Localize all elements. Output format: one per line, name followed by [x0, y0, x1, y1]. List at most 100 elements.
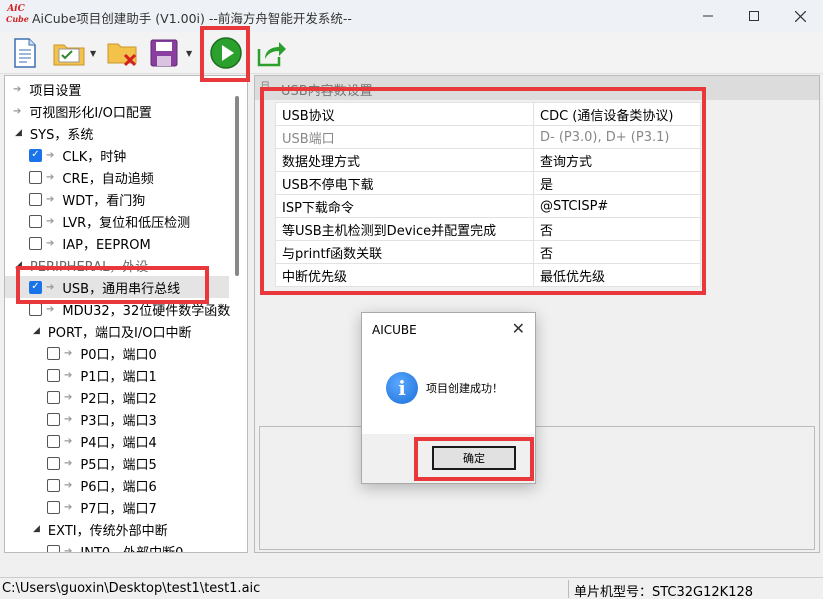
checkbox[interactable] [29, 236, 42, 250]
close-button[interactable] [777, 0, 823, 32]
open-project-button[interactable] [52, 36, 86, 70]
checkbox[interactable] [47, 412, 60, 426]
tree-scrollbar[interactable] [235, 96, 239, 276]
tree-item-p2[interactable]: ➔ P2口，端口2 [47, 386, 157, 408]
tree-item-p6[interactable]: ➔ P6口，端口6 [47, 474, 157, 496]
run-generate-icon [210, 37, 242, 69]
maximize-button[interactable] [731, 0, 777, 32]
property-value[interactable]: CDC (通信设备类协议) [533, 102, 701, 126]
status-bar: C:\Users\guoxin\Desktop\test1\test1.aic … [0, 577, 823, 599]
tree-item-project-settings[interactable]: ➔ 项目设置 [13, 78, 81, 100]
tree-item-label: P0口，端口0 [80, 347, 157, 363]
tree-item-p5[interactable]: ➔ P5口，端口5 [47, 452, 157, 474]
run-generate-button[interactable] [208, 36, 244, 70]
table-row[interactable]: 等USB主机检测到Device并配置完成 否 [275, 217, 701, 241]
checkbox[interactable] [29, 214, 42, 228]
save-icon [150, 39, 178, 67]
save-project-button[interactable] [148, 36, 180, 70]
tree-item-label: IAP，EEPROM [62, 237, 151, 253]
tree-item-label: USB，通用串行总线 [62, 281, 181, 297]
property-value[interactable]: @STCISP# [533, 194, 701, 218]
tree-item-mdu32[interactable]: ➔ MDU32，32位硬件数学函数 [29, 298, 230, 320]
open-checklist-folder-icon [53, 44, 85, 66]
tree-item-label: P4口，端口4 [80, 435, 157, 451]
ok-button[interactable]: 确定 [432, 446, 516, 470]
properties-panel: ⊟ USB内容数设置 USB协议 CDC (通信设备类协议) USB端口 D- … [254, 75, 820, 553]
minimize-button[interactable] [685, 0, 731, 32]
window-title: AiCube项目创建助手 (V1.00i) --前海方舟智能开发系统-- [32, 11, 352, 26]
tree-item-iap[interactable]: ➔ IAP，EEPROM [29, 232, 151, 254]
tree-group-port[interactable]: ◢ PORT，端口及I/O口中断 [33, 320, 191, 342]
table-row[interactable]: 与printf函数关联 否 [275, 240, 701, 264]
tree-item-label: P3口，端口3 [80, 413, 157, 429]
close-icon [794, 10, 806, 22]
toolbar: ▼ ▼ [0, 32, 823, 74]
tree-item-p0[interactable]: ➔ P0口，端口0 [47, 342, 157, 364]
arrow-icon: ➔ [64, 501, 73, 513]
property-value[interactable]: 否 [533, 240, 701, 264]
property-value[interactable]: 最低优先级 [533, 263, 701, 287]
property-value[interactable]: 是 [533, 171, 701, 195]
dialog-title: AICUBE [372, 323, 417, 337]
checkbox[interactable] [47, 456, 60, 470]
checkbox[interactable] [47, 368, 60, 382]
tree-item-label: P2口，端口2 [80, 391, 157, 407]
property-key: ISP下载命令 [275, 194, 534, 218]
logo-line1: AiC [7, 4, 25, 14]
tree-item-p7[interactable]: ➔ P7口，端口7 [47, 496, 157, 518]
checkbox[interactable] [29, 302, 42, 316]
checkbox[interactable] [47, 478, 60, 492]
tree-item-label: SYS，系统 [29, 127, 94, 143]
tree-item-io-config[interactable]: ➔ 可视图形化I/O口配置 [13, 100, 152, 122]
table-row[interactable]: 数据处理方式 查询方式 [275, 148, 701, 172]
tree-item-clk[interactable]: ✓ ➔ CLK，时钟 [29, 144, 126, 166]
table-row[interactable]: USB端口 D- (P3.0), D+ (P3.1) [275, 125, 701, 149]
checkbox-checked[interactable]: ✓ [29, 280, 42, 294]
table-row[interactable]: ISP下载命令 @STCISP# [275, 194, 701, 218]
collapse-icon[interactable]: ⊟ [261, 80, 269, 91]
tree-item-p3[interactable]: ➔ P3口，端口3 [47, 408, 157, 430]
checkbox[interactable] [47, 544, 60, 552]
export-icon [257, 42, 286, 67]
checkbox[interactable] [47, 500, 60, 514]
checkbox[interactable] [47, 390, 60, 404]
tree-item-label: P5口，端口5 [80, 457, 157, 473]
new-project-button[interactable] [10, 36, 40, 70]
checkbox[interactable] [47, 346, 60, 360]
dialog-close-icon[interactable]: ✕ [512, 319, 525, 338]
export-button[interactable] [256, 36, 288, 70]
tree-item-cre[interactable]: ➔ CRE，自动追频 [29, 166, 154, 188]
tree-item-lvr[interactable]: ➔ LVR，复位和低压检测 [29, 210, 190, 232]
expand-triangle-icon: ◢ [33, 326, 40, 336]
property-value[interactable]: D- (P3.0), D+ (P3.1) [533, 125, 701, 149]
property-value[interactable]: 查询方式 [533, 148, 701, 172]
checkbox[interactable] [47, 434, 60, 448]
tree-item-int0[interactable]: ➔ INT0，外部中断0 [47, 540, 184, 553]
tree-item-p1[interactable]: ➔ P1口，端口1 [47, 364, 157, 386]
arrow-icon: ➔ [64, 413, 73, 425]
checkbox-checked[interactable]: ✓ [29, 148, 42, 162]
tree-group-exti[interactable]: ◢ EXTI，传统外部中断 [33, 518, 168, 540]
tree-item-p4[interactable]: ➔ P4口，端口4 [47, 430, 157, 452]
open-dropdown-arrow[interactable]: ▼ [90, 49, 96, 58]
tree-item-label: INT0，外部中断0 [80, 545, 184, 553]
status-mcu-model: 单片机型号：STC32G12K128 [574, 585, 754, 599]
table-row[interactable]: 中断优先级 最低优先级 [275, 263, 701, 287]
tree-item-label: CRE，自动追频 [62, 171, 154, 187]
expand-triangle-icon: ◢ [15, 260, 22, 270]
arrow-icon: ➔ [13, 105, 22, 117]
table-row[interactable]: USB不停电下载 是 [275, 171, 701, 195]
tree-group-peripheral[interactable]: ◢ PERIPHERAL，外设 [15, 254, 148, 276]
checkbox[interactable] [29, 170, 42, 184]
checkbox[interactable] [29, 192, 42, 206]
tree-item-usb[interactable]: ✓ ➔ USB，通用串行总线 [5, 276, 229, 298]
tree-group-sys[interactable]: ◢ SYS，系统 [15, 122, 93, 144]
save-dropdown-arrow[interactable]: ▼ [186, 49, 192, 58]
tree-item-wdt[interactable]: ➔ WDT，看门狗 [29, 188, 145, 210]
table-row[interactable]: USB协议 CDC (通信设备类协议) [275, 102, 701, 126]
tree-item-label: 可视图形化I/O口配置 [29, 105, 152, 121]
property-value[interactable]: 否 [533, 217, 701, 241]
property-key: 等USB主机检测到Device并配置完成 [275, 217, 534, 241]
close-project-button[interactable] [106, 36, 140, 70]
tree-item-label: MDU32，32位硬件数学函数 [62, 303, 231, 319]
